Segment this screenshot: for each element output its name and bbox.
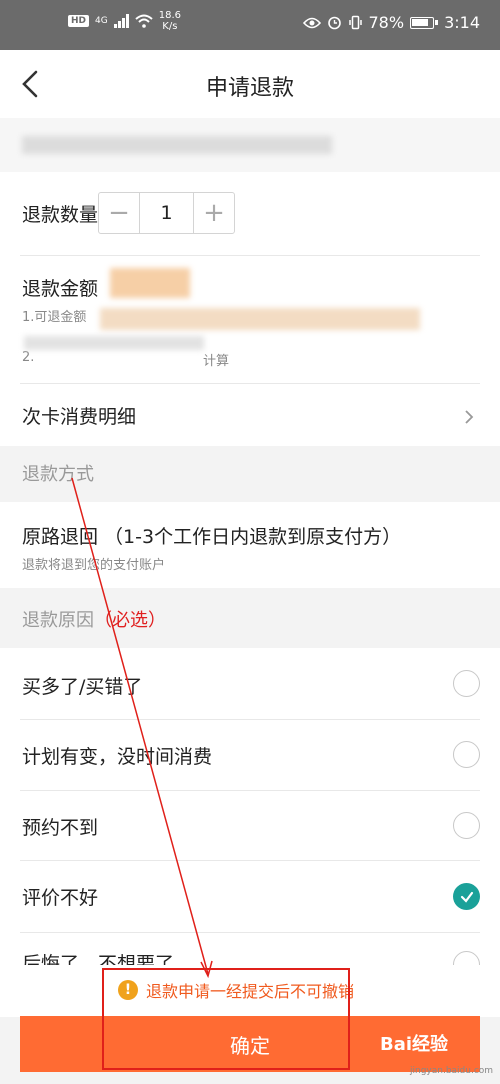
refund-reason-heading: 退款原因（必选） — [22, 606, 166, 632]
quantity-stepper: − 1 + — [98, 192, 235, 234]
refund-reason-section: 退款原因（必选） — [0, 588, 500, 648]
speed-value: 18.6 — [158, 10, 181, 21]
quantity-row: 退款数量 − 1 + — [0, 172, 500, 256]
watermark-url: jingyan.baidu.com — [410, 1066, 494, 1076]
battery-percent: 78% — [368, 13, 405, 32]
decrement-button[interactable]: − — [99, 193, 139, 233]
reason-label: 评价不好 — [22, 887, 99, 909]
blurred-text — [100, 308, 420, 330]
nav-bar: 申请退款 — [0, 50, 500, 118]
info-icon: ! — [118, 980, 138, 1000]
refund-reason-title: 退款原因 — [22, 610, 94, 631]
reason-label: 计划有变，没时间消费 — [22, 746, 213, 768]
blurred-text — [22, 136, 332, 154]
card-detail-label: 次卡消费明细 — [22, 406, 137, 428]
status-right: 78% 3:14 — [302, 13, 480, 32]
status-left: HD 4G 18.6 K/s — [68, 10, 181, 32]
refund-method-title: 原路退回 （1-3个工作日内退款到原支付方） — [22, 526, 402, 548]
status-bar: HD 4G 18.6 K/s 78% 3:14 — [0, 0, 500, 50]
notice-content: ! 退款申请一经提交后不可撤销 — [118, 978, 354, 1002]
notice-text: 退款申请一经提交后不可撤销 — [146, 982, 355, 1001]
amount-note-1: 1.可退金额 — [22, 310, 87, 325]
vibrate-icon — [348, 15, 362, 30]
page-title: 申请退款 — [205, 76, 294, 101]
radio-button[interactable] — [453, 670, 480, 697]
speed-unit: K/s — [162, 21, 178, 32]
hd-badge: HD — [68, 15, 90, 27]
card-detail-row[interactable]: 次卡消费明细 — [0, 384, 500, 446]
eye-icon — [302, 17, 321, 28]
wifi-icon — [135, 14, 153, 28]
clock: 3:14 — [444, 13, 480, 32]
amount-note-2: 2. — [22, 350, 35, 365]
checkmark-icon[interactable] — [453, 883, 480, 910]
irreversible-notice: ! 退款申请一经提交后不可撤销 — [0, 965, 500, 1017]
reason-label: 买多了/买错了 — [22, 676, 143, 698]
reason-option[interactable]: 计划有变，没时间消费 — [0, 720, 500, 791]
quantity-label: 退款数量 — [22, 204, 99, 226]
required-tag: （必选） — [94, 610, 166, 631]
battery-icon — [410, 16, 439, 29]
amount-label: 退款金额 — [22, 278, 99, 300]
quantity-value[interactable]: 1 — [139, 193, 194, 233]
chevron-right-icon — [465, 410, 474, 424]
amount-row: 退款金额 1.可退金额 2. 计算 — [0, 256, 500, 384]
refund-method-subtitle: 退款将退到您的支付账户 — [22, 558, 166, 573]
reason-option[interactable]: 买多了/买错了 — [0, 648, 500, 720]
network-label: 4G — [95, 16, 108, 26]
product-summary — [0, 118, 500, 172]
network-speed: 18.6 K/s — [159, 10, 181, 32]
refund-method-option[interactable]: 原路退回 （1-3个工作日内退款到原支付方） 退款将退到您的支付账户 — [0, 502, 500, 588]
watermark: Bai经验 — [380, 1034, 449, 1055]
reason-label: 预约不到 — [22, 817, 99, 839]
radio-button[interactable] — [453, 741, 480, 768]
blurred-text — [24, 336, 204, 350]
radio-button[interactable] — [453, 812, 480, 839]
reason-option[interactable]: 预约不到 — [0, 791, 500, 861]
signal-icon — [113, 14, 129, 28]
amount-note-2-tail: 计算 — [203, 354, 230, 369]
refund-method-section: 退款方式 — [0, 446, 500, 502]
blurred-amount — [110, 268, 190, 298]
increment-button[interactable]: + — [194, 193, 234, 233]
reason-option-selected[interactable]: 评价不好 — [0, 861, 500, 933]
refund-method-heading: 退款方式 — [22, 464, 94, 485]
alarm-icon — [327, 16, 341, 30]
